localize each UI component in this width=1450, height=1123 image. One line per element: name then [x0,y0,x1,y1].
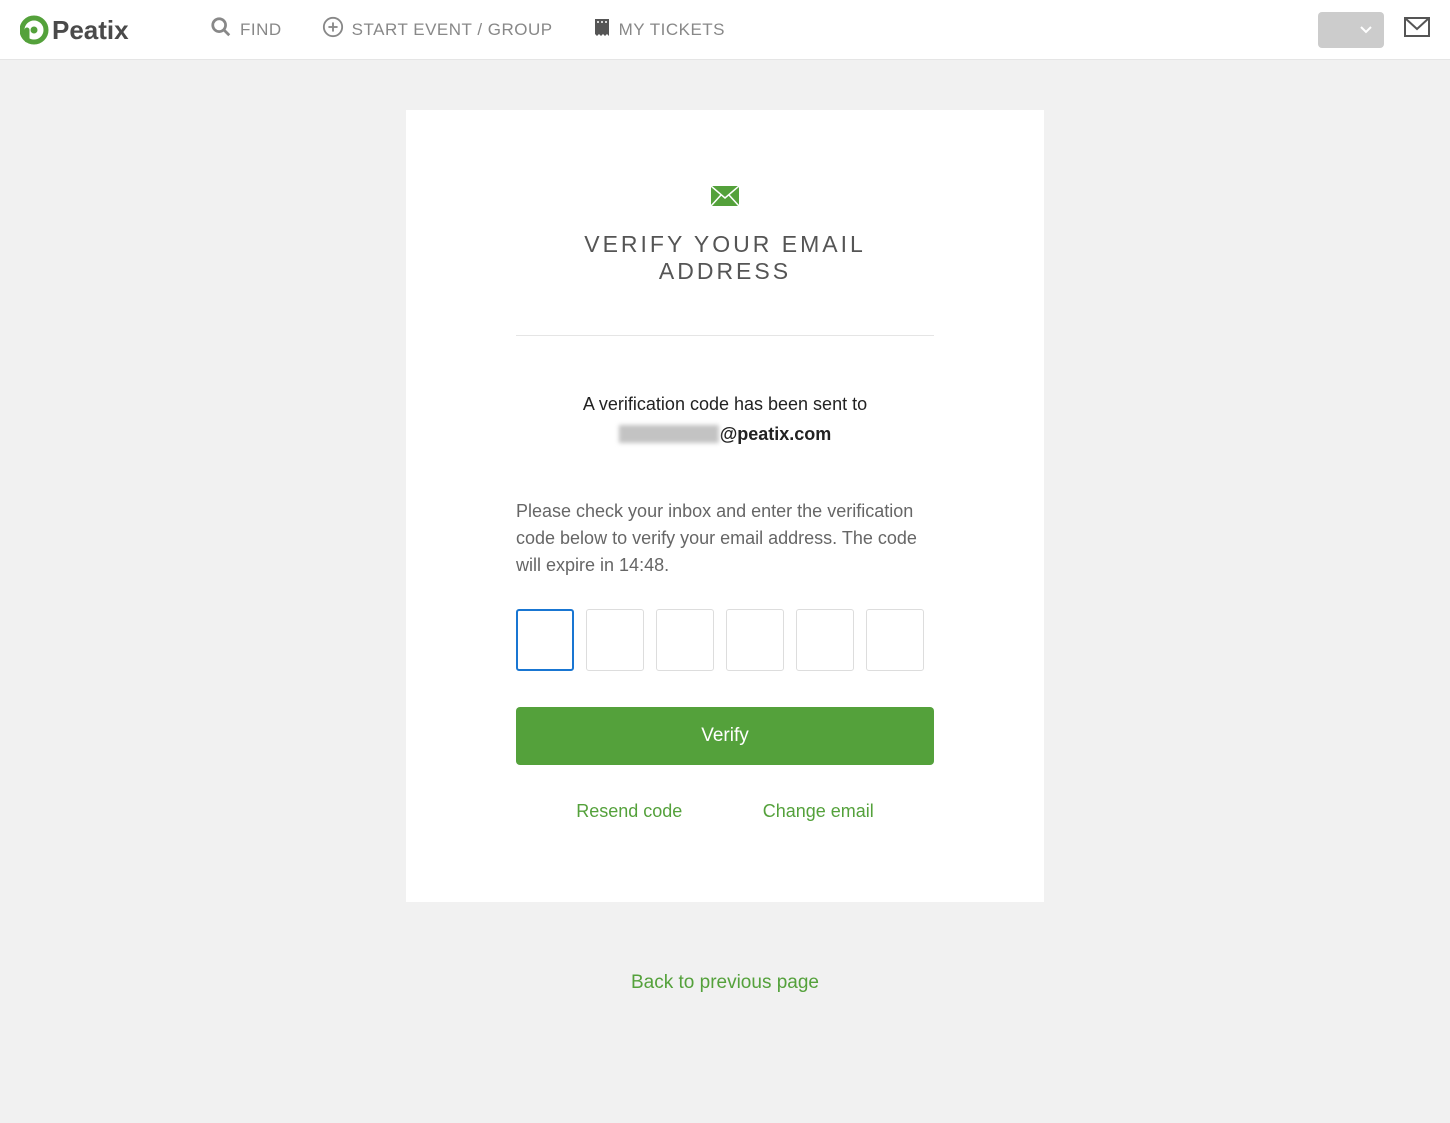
back-link[interactable]: Back to previous page [631,972,819,994]
code-digit-6[interactable] [866,609,924,671]
email-redacted-part [619,425,719,443]
nav-find-label: FIND [240,20,282,40]
chevron-down-icon [1360,21,1372,39]
messages-icon[interactable] [1404,17,1430,42]
sent-message: A verification code has been sent to @pe… [516,390,934,448]
card-header: VERIFY YOUR EMAIL ADDRESS [516,186,934,336]
search-icon [210,16,232,43]
user-menu[interactable] [1318,12,1384,48]
nav-start-label: START EVENT / GROUP [352,20,553,40]
header: Peatix FIND START EVENT / GR [0,0,1450,60]
code-input-group [516,609,934,671]
svg-text:Peatix: Peatix [52,15,129,45]
verify-button[interactable]: Verify [516,707,934,765]
instructions-text: Please check your inbox and enter the ve… [516,498,934,579]
code-digit-2[interactable] [586,609,644,671]
header-right [1318,12,1430,48]
code-digit-3[interactable] [656,609,714,671]
card-title: VERIFY YOUR EMAIL ADDRESS [516,231,934,285]
nav-my-tickets[interactable]: MY TICKETS [593,16,725,43]
ticket-icon [593,16,611,43]
sent-prefix: A verification code has been sent to [583,394,867,414]
plus-circle-icon [322,16,344,43]
verify-card: VERIFY YOUR EMAIL ADDRESS A verification… [406,110,1044,902]
expiry-timer: 14:48 [619,555,664,575]
nav-find[interactable]: FIND [210,16,282,43]
resend-code-link[interactable]: Resend code [576,801,682,822]
nav-start-event[interactable]: START EVENT / GROUP [322,16,553,43]
code-digit-4[interactable] [726,609,784,671]
action-links: Resend code Change email [516,801,934,822]
peatix-logo-icon: Peatix [20,15,180,45]
code-digit-1[interactable] [516,609,574,671]
email-domain: @peatix.com [720,420,832,449]
main-content: VERIFY YOUR EMAIL ADDRESS A verification… [0,60,1450,1034]
main-nav: FIND START EVENT / GROUP [210,16,1318,43]
envelope-icon [711,186,739,211]
email-display: @peatix.com [619,420,832,449]
brand-logo[interactable]: Peatix [20,15,180,45]
change-email-link[interactable]: Change email [763,801,874,822]
code-digit-5[interactable] [796,609,854,671]
nav-tickets-label: MY TICKETS [619,20,725,40]
